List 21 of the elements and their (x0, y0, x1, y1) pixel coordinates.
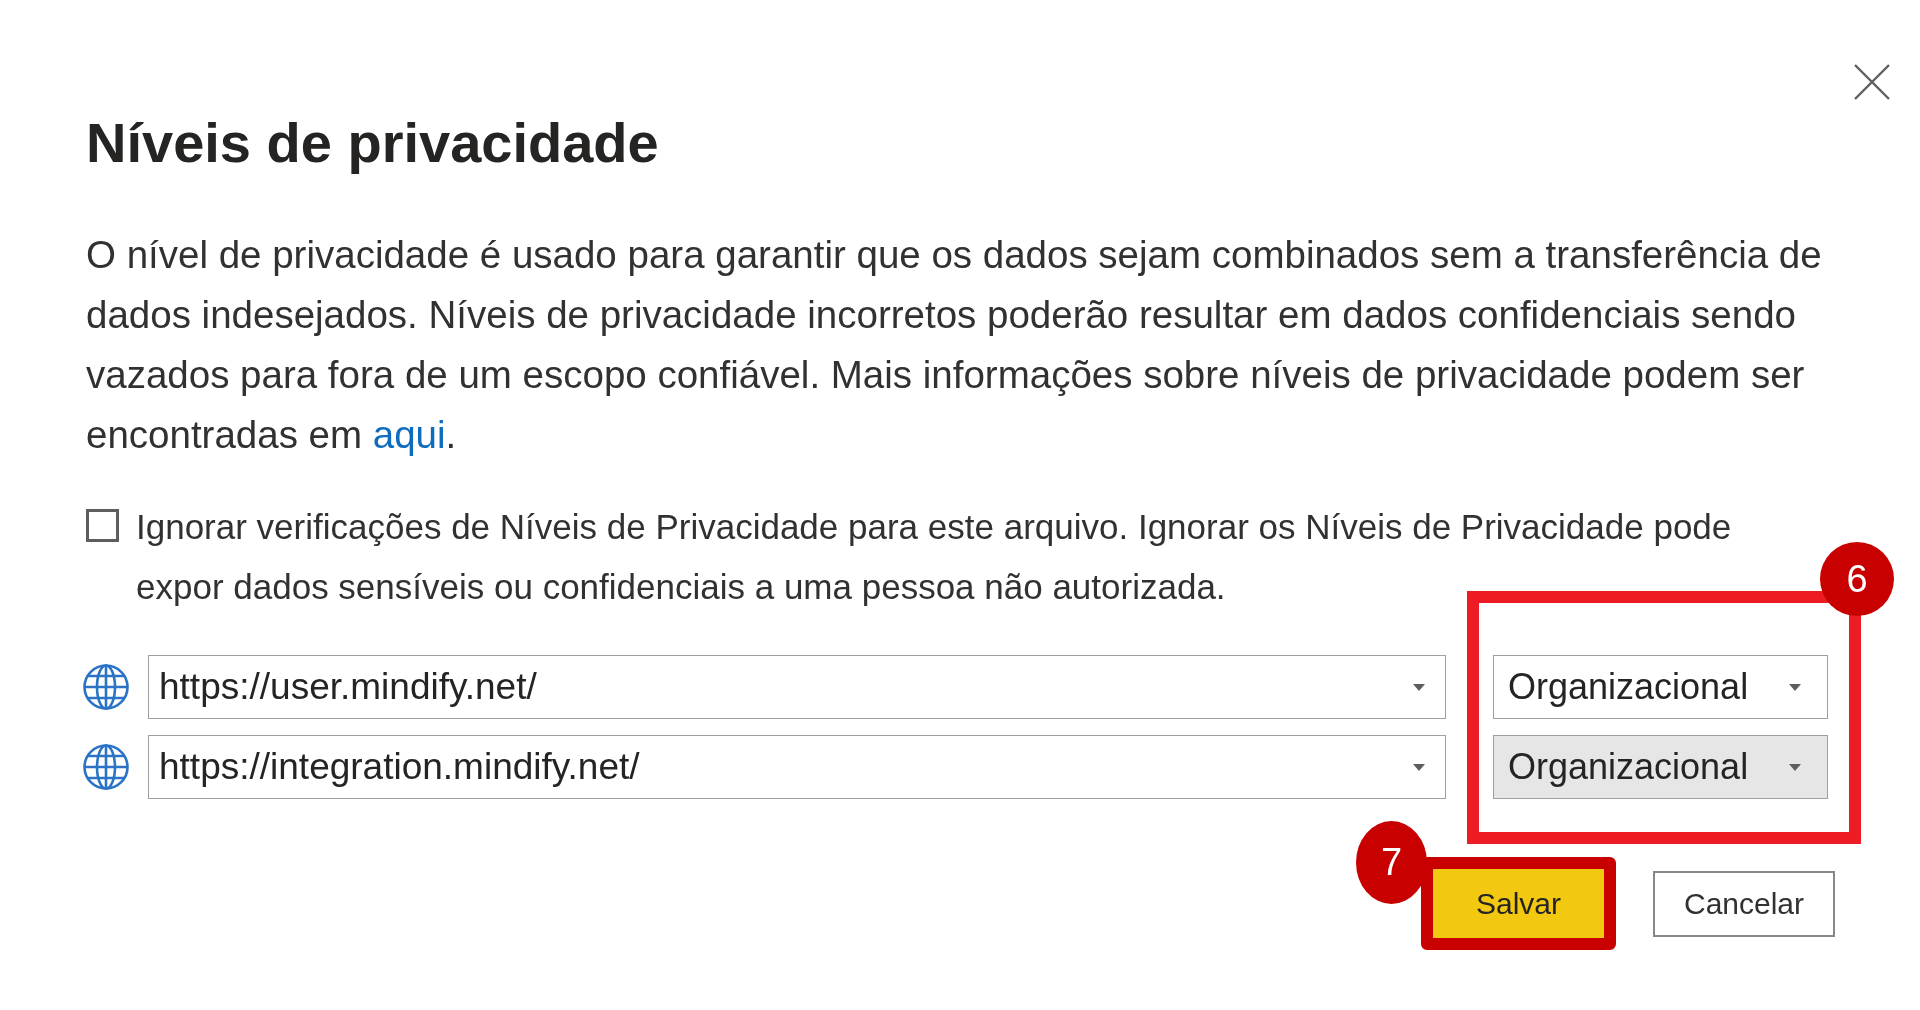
checkbox[interactable] (86, 509, 119, 542)
info-link[interactable]: aqui (372, 413, 446, 456)
privacy-level-dropdown[interactable]: Organizacional (1493, 735, 1828, 799)
caret-icon (1789, 683, 1801, 691)
caret-icon (1789, 763, 1801, 771)
dialog-title: Níveis de privacidade (86, 111, 660, 175)
save-button[interactable]: Salvar (1433, 869, 1604, 938)
url-combobox[interactable]: https://user.mindify.net/ (148, 655, 1446, 719)
globe-icon (83, 664, 129, 710)
globe-icon (83, 744, 129, 790)
cancel-button[interactable]: Cancelar (1653, 870, 1835, 937)
callout-badge: 7 (1356, 821, 1427, 904)
caret-icon (1413, 763, 1425, 771)
close-icon (1854, 64, 1890, 100)
checkbox-label: Ignorar verificações de Níveis de Privacidade para este arquivo. Ignorar os Níveis de Privacidade pode expor dados sensíveis ou confidenciais a uma pessoa não autorizada. (136, 506, 1733, 608)
caret-icon (1413, 683, 1425, 691)
description-text: O nível de privacidade é usado para garantir que os dados sejam combinados sem a transferência de dados indesejados. Níveis de privacidade incorretos poderão resultar em dados confidenciais sendo vazados para fora de um escopo confiável. Mais informações sobre níveis de privacidade podem ser encontradas em aqui. (86, 232, 1823, 458)
privacy-level-dropdown[interactable]: Organizacional (1493, 655, 1828, 719)
callout-badge: 6 (1820, 542, 1894, 616)
url-combobox[interactable]: https://integration.mindify.net/ (148, 735, 1446, 799)
close-button[interactable] (1854, 64, 1890, 100)
